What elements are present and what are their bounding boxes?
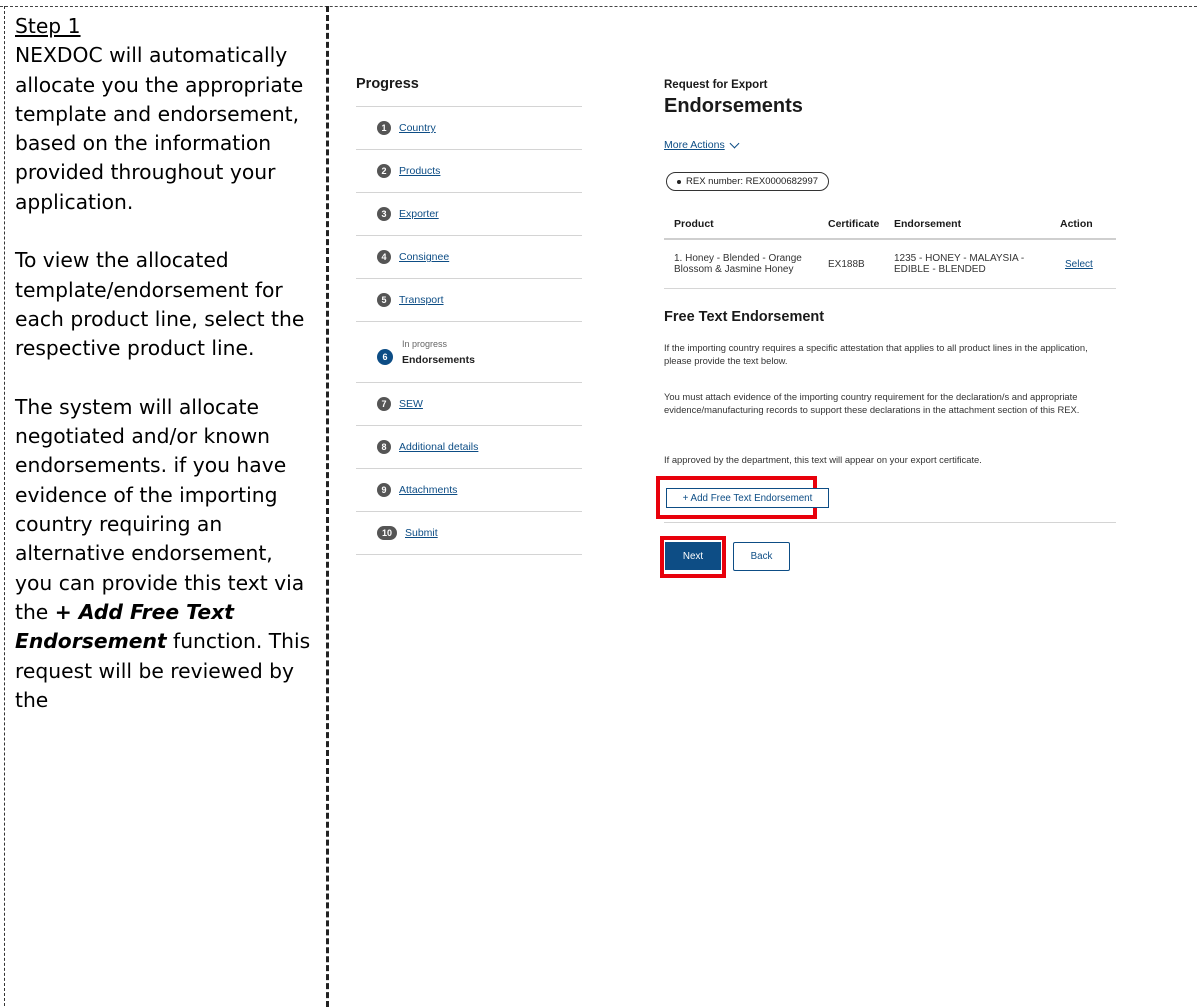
progress-step-link[interactable]: Transport (399, 294, 444, 306)
chevron-down-icon (729, 138, 740, 148)
rex-number-badge: REX number: REX0000682997 (666, 172, 830, 191)
progress-step-submit[interactable]: 10 Submit (356, 512, 582, 555)
free-text-endorsement-heading: Free Text Endorsement (664, 309, 825, 325)
product-cell: 1. Honey - Blended - Orange Blossom & Ja… (674, 253, 802, 275)
progress-step-attachments[interactable]: 9 Attachments (356, 469, 582, 512)
progress-step-products[interactable]: 2 Products (356, 150, 582, 193)
table-row: 1. Honey - Blended - Orange Blossom & Ja… (664, 240, 1116, 289)
progress-step-link[interactable]: SEW (399, 398, 423, 410)
column-header-product: Product (674, 218, 714, 230)
current-step-label: Endorsements (402, 353, 475, 366)
free-text-paragraph-3: If approved by the department, this text… (664, 454, 982, 465)
endorsement-cell: 1235 - HONEY - MALAYSIA - EDIBLE - BLEND… (894, 253, 1025, 275)
more-actions-dropdown[interactable]: More Actions (664, 138, 740, 151)
more-actions-label[interactable]: More Actions (664, 139, 725, 151)
instruction-paragraph-3: The system will allocate negotiated and/… (15, 393, 316, 715)
progress-step-link[interactable]: Country (399, 122, 436, 134)
page-title: Endorsements (664, 95, 803, 117)
in-progress-label: In progress (402, 338, 448, 349)
progress-steps: 1 Country 2 Products 3 Exporter 4 Consig… (356, 106, 582, 555)
step-number-badge: 4 (377, 250, 391, 264)
step-number-badge: 8 (377, 440, 391, 454)
progress-step-link[interactable]: Additional details (399, 441, 478, 453)
progress-step-endorsements-current: 6 In progress Endorsements (356, 322, 582, 383)
progress-title: Progress (356, 76, 419, 92)
progress-step-link[interactable]: Products (399, 165, 440, 177)
next-button[interactable]: Next (665, 542, 721, 570)
step-number-badge-current: 6 (377, 349, 393, 365)
step-number-badge: 10 (377, 526, 397, 540)
free-text-paragraph-2: You must attach evidence of the importin… (664, 391, 1080, 415)
progress-step-link[interactable]: Consignee (399, 251, 449, 263)
instruction-paragraph-1: NEXDOC will automatically allocate you t… (15, 43, 304, 214)
select-product-link[interactable]: Select (1065, 259, 1093, 270)
progress-step-link[interactable]: Exporter (399, 208, 439, 220)
step-title: Step 1 (15, 14, 81, 38)
page-supertitle: Request for Export (664, 79, 768, 91)
step-number-badge: 1 (377, 121, 391, 135)
step-number-badge: 5 (377, 293, 391, 307)
progress-step-country[interactable]: 1 Country (356, 107, 582, 150)
progress-step-link[interactable]: Attachments (399, 484, 457, 496)
column-header-action: Action (1060, 218, 1093, 230)
progress-step-exporter[interactable]: 3 Exporter (356, 193, 582, 236)
instruction-paragraph-2: To view the allocated template/endorseme… (15, 248, 305, 361)
certificate-cell: EX188B (828, 258, 865, 270)
step-number-badge: 3 (377, 207, 391, 221)
rex-number-text: REX number: REX0000682997 (686, 176, 819, 187)
current-step-text: In progress Endorsements (402, 339, 475, 366)
free-text-paragraph-1: If the importing country requires a spec… (664, 342, 1088, 366)
endorsements-table: Product Certificate Endorsement Action 1… (664, 210, 1116, 289)
progress-step-additional-details[interactable]: 8 Additional details (356, 426, 582, 469)
add-free-text-endorsement-button[interactable]: + Add Free Text Endorsement (666, 488, 829, 508)
progress-step-consignee[interactable]: 4 Consignee (356, 236, 582, 279)
back-button[interactable]: Back (733, 542, 790, 571)
instruction-paragraph-3-start: The system will allocate negotiated and/… (15, 394, 305, 624)
progress-step-sew[interactable]: 7 SEW (356, 383, 582, 426)
step-number-badge: 9 (377, 483, 391, 497)
action-cell: Select (1051, 259, 1116, 270)
table-header: Product Certificate Endorsement Action (664, 210, 1116, 240)
progress-step-transport[interactable]: 5 Transport (356, 279, 582, 322)
column-header-certificate: Certificate (828, 218, 880, 230)
progress-step-link[interactable]: Submit (405, 527, 438, 539)
step-number-badge: 2 (377, 164, 391, 178)
section-divider (664, 522, 1116, 523)
bullet-icon (677, 179, 681, 184)
column-header-endorsement: Endorsement (894, 218, 962, 230)
step-number-badge: 7 (377, 397, 391, 411)
instruction-panel: Step 1 NEXDOC will automatically allocat… (4, 6, 329, 1007)
